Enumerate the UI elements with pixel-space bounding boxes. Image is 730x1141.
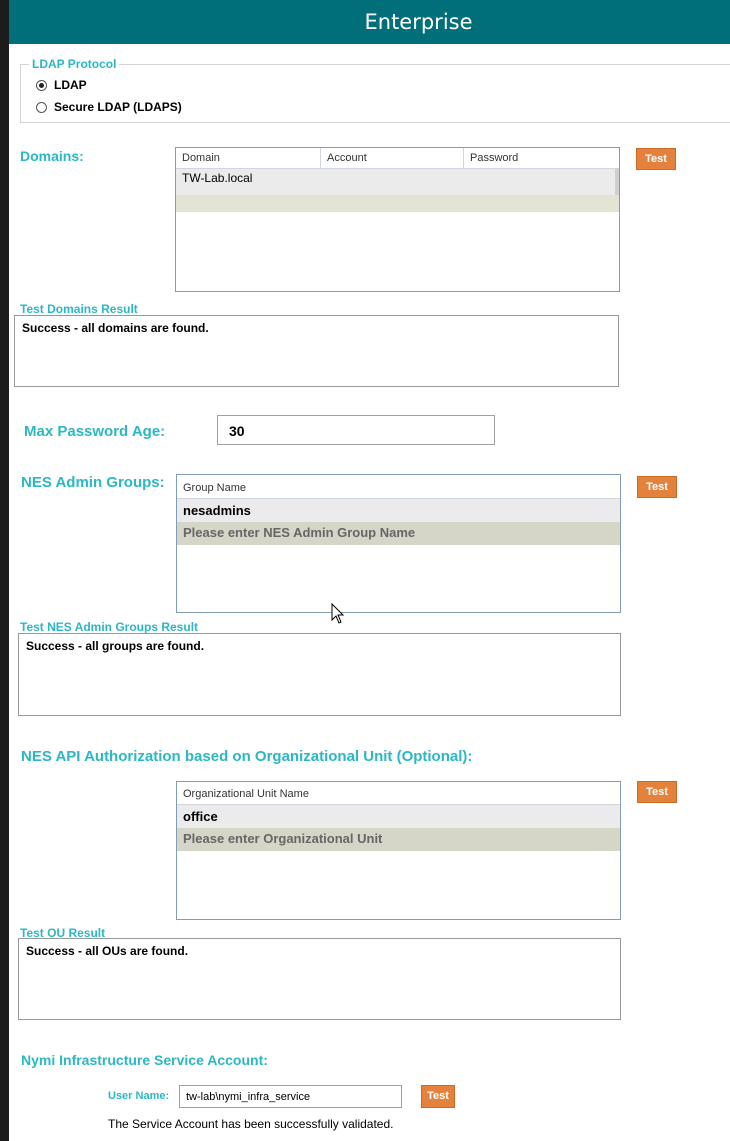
table-row[interactable]: nesadmins <box>177 499 620 522</box>
new-row[interactable] <box>176 195 619 212</box>
table-row[interactable]: office <box>177 805 620 828</box>
test-ou-result-box: Success - all OUs are found. <box>18 938 621 1020</box>
column-header-group-name[interactable]: Group Name <box>177 475 620 498</box>
new-group-row[interactable]: Please enter NES Admin Group Name <box>177 522 620 545</box>
radio-unselected-icon[interactable] <box>36 101 47 113</box>
test-admin-groups-result-text: Success - all groups are found. <box>26 639 205 653</box>
window-title: Enterprise <box>364 10 473 34</box>
table-row[interactable]: TW-Lab.local <box>176 169 619 195</box>
test-admin-groups-button[interactable]: Test <box>637 476 677 498</box>
radio-ldaps-label: Secure LDAP (LDAPS) <box>54 100 182 114</box>
column-header-ou-name[interactable]: Organizational Unit Name <box>177 782 620 804</box>
api-ou-label: NES API Authorization based on Organizat… <box>21 748 473 765</box>
test-domains-result-text: Success - all domains are found. <box>22 321 209 335</box>
group-name-cell[interactable]: nesadmins <box>183 503 251 518</box>
ou-grid[interactable]: Organizational Unit Name office Please e… <box>176 781 621 920</box>
radio-ldaps[interactable]: Secure LDAP (LDAPS) <box>36 100 182 114</box>
test-domains-result-box: Success - all domains are found. <box>14 315 619 387</box>
user-name-value: tw-lab\nymi_infra_service <box>186 1091 311 1103</box>
nes-admin-groups-label: NES Admin Groups: <box>21 474 165 491</box>
ou-grid-header: Organizational Unit Name <box>177 782 620 805</box>
radio-ldap-label: LDAP <box>54 78 87 92</box>
test-admin-groups-result-label: Test NES Admin Groups Result <box>20 620 199 634</box>
test-admin-groups-result-box: Success - all groups are found. <box>18 633 621 716</box>
ldap-protocol-legend: LDAP Protocol <box>29 57 120 71</box>
radio-ldap[interactable]: LDAP <box>36 78 87 92</box>
user-name-label: User Name: <box>108 1090 170 1102</box>
title-bar: Enterprise <box>9 0 730 44</box>
test-domains-button[interactable]: Test <box>636 148 676 170</box>
test-domains-result-label: Test Domains Result <box>20 302 138 316</box>
window-left-border <box>0 0 9 1141</box>
test-service-account-button[interactable]: Test <box>421 1085 455 1108</box>
test-ou-result-text: Success - all OUs are found. <box>26 944 189 958</box>
radio-selected-icon[interactable] <box>36 79 47 91</box>
test-ou-button[interactable]: Test <box>637 781 677 803</box>
admin-groups-grid-header: Group Name <box>177 475 620 499</box>
mouse-cursor-icon <box>331 602 347 625</box>
service-account-label: Nymi Infrastructure Service Account: <box>21 1052 268 1068</box>
ou-name-cell[interactable]: office <box>183 809 218 824</box>
domains-grid[interactable]: Domain Account Password TW-Lab.local <box>175 147 620 292</box>
service-account-status: The Service Account has been successfull… <box>108 1117 394 1131</box>
max-password-age-value: 30 <box>229 423 245 439</box>
new-ou-row[interactable]: Please enter Organizational Unit <box>177 828 620 851</box>
ldap-protocol-group: LDAP Protocol LDAP Secure LDAP (LDAPS) <box>20 57 730 123</box>
new-ou-placeholder[interactable]: Please enter Organizational Unit <box>183 831 382 846</box>
domain-cell[interactable]: TW-Lab.local <box>182 171 252 185</box>
column-header-account[interactable]: Account <box>321 148 464 168</box>
user-name-input[interactable]: tw-lab\nymi_infra_service <box>179 1085 402 1108</box>
domains-grid-header: Domain Account Password <box>176 148 619 169</box>
domains-label: Domains: <box>20 148 84 164</box>
max-password-age-label: Max Password Age: <box>24 423 166 440</box>
new-group-placeholder[interactable]: Please enter NES Admin Group Name <box>183 525 415 540</box>
column-header-password[interactable]: Password <box>464 148 609 168</box>
max-password-age-input[interactable]: 30 <box>217 415 495 445</box>
column-header-domain[interactable]: Domain <box>176 148 321 168</box>
admin-groups-grid[interactable]: Group Name nesadmins Please enter NES Ad… <box>176 474 621 613</box>
